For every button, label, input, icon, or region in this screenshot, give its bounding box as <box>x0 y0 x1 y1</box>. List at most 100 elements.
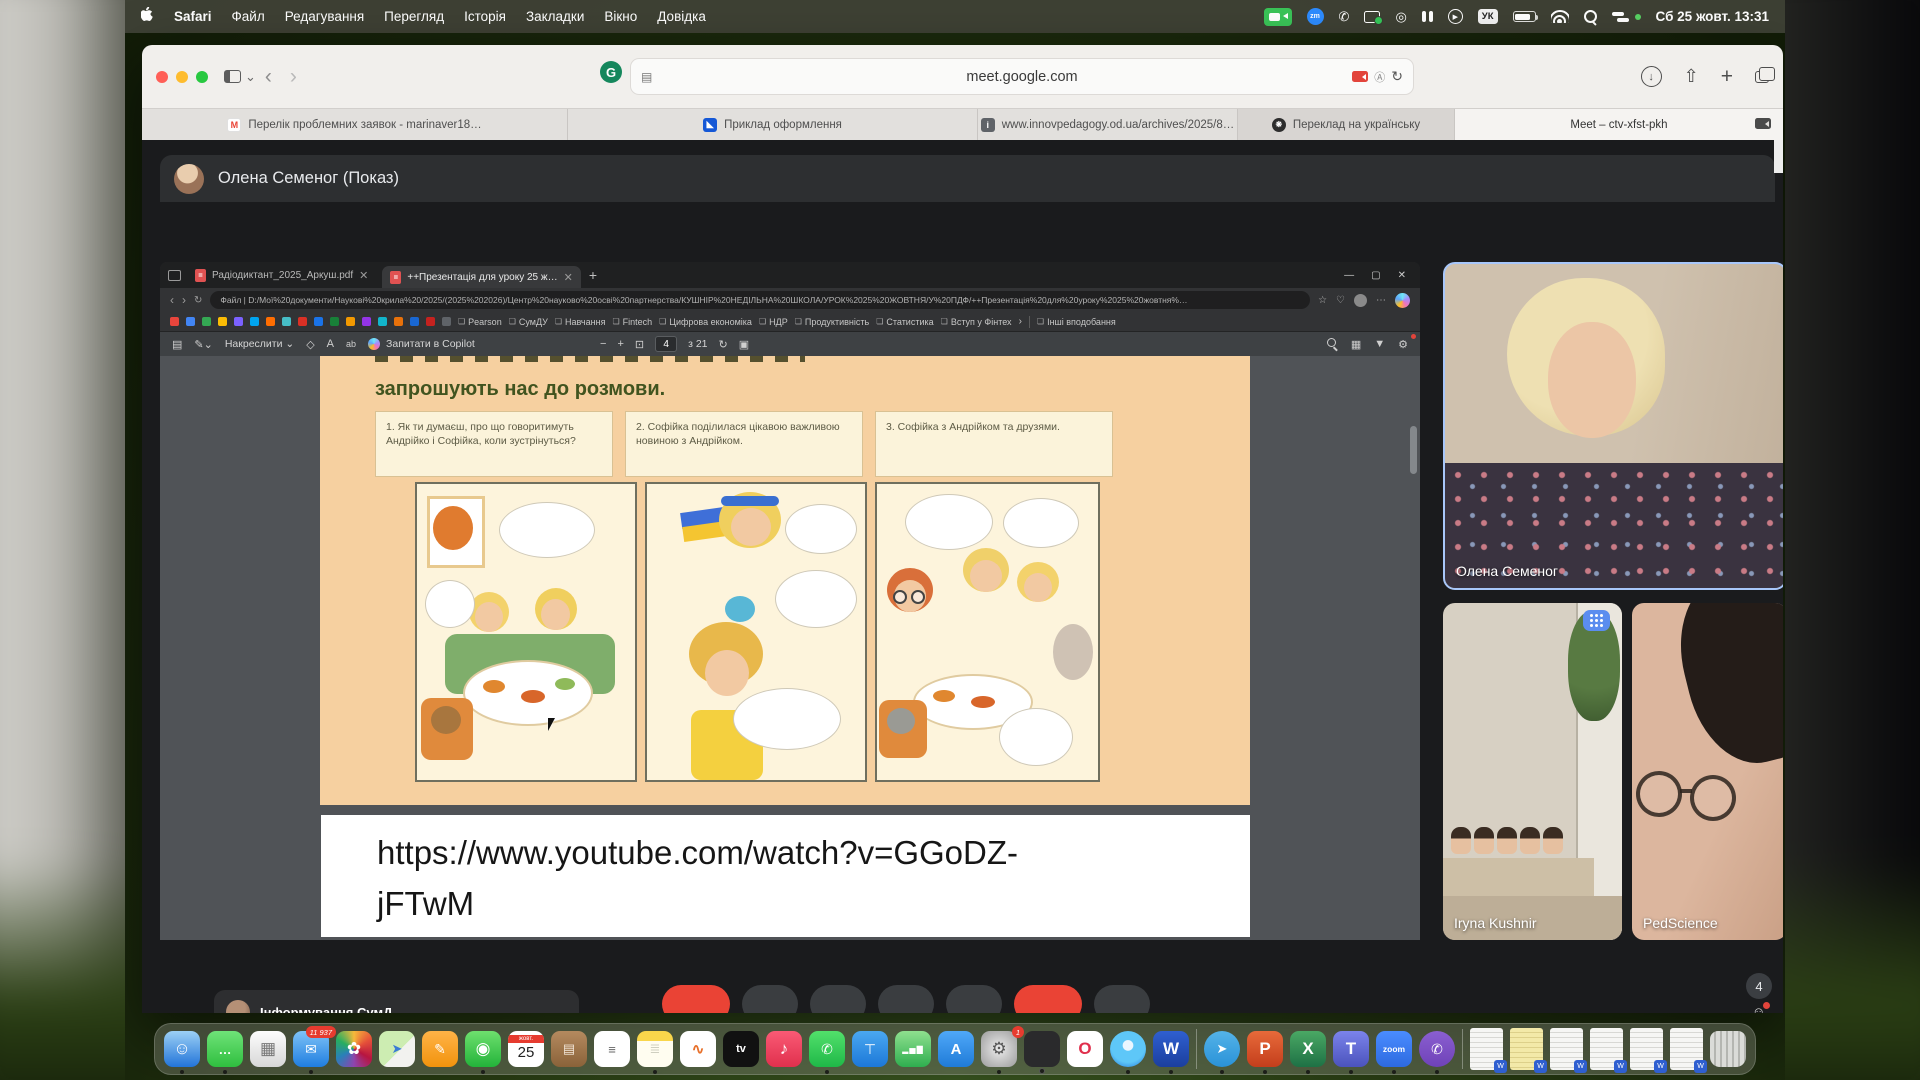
downloads-icon[interactable]: ↓ <box>1641 66 1662 87</box>
dock-music-icon[interactable]: ♪ <box>766 1031 802 1067</box>
dock-viber-icon[interactable]: ✆ <box>1419 1031 1455 1067</box>
spotlight-search-icon[interactable] <box>1584 10 1597 24</box>
reactions-indicator-icon[interactable]: ☺ <box>1752 1004 1765 1013</box>
page-scrollbar-sliver[interactable] <box>1774 140 1783 173</box>
edge-favorite-star-icon[interactable]: ☆ <box>1318 295 1327 306</box>
bookmark-favicon[interactable] <box>170 317 179 326</box>
bookmark-folder-ndr[interactable]: ❏НДР <box>759 317 788 327</box>
tile-audio-indicator-icon[interactable] <box>1583 610 1610 631</box>
circles-status-icon[interactable]: ◎ <box>1395 10 1406 23</box>
raise-hand-button[interactable] <box>946 985 1002 1013</box>
dock-minimized-document[interactable] <box>1470 1028 1503 1070</box>
address-bar[interactable]: ▤ meet.google.com Ⓐ ↻ <box>630 58 1414 95</box>
wifi-icon[interactable] <box>1551 10 1569 23</box>
tab-media-camera-icon[interactable] <box>1755 118 1771 129</box>
bookmark-favicon[interactable] <box>234 317 243 326</box>
present-button[interactable] <box>878 985 934 1013</box>
edge-close-button[interactable]: ✕ <box>1398 270 1406 281</box>
input-source-icon[interactable]: УК <box>1478 9 1498 23</box>
dock-minimized-document[interactable] <box>1670 1028 1703 1070</box>
dock-opera-icon[interactable]: O <box>1067 1031 1103 1067</box>
bookmark-folder-fintech[interactable]: ❏Fintech <box>612 317 652 327</box>
bookmark-favicon[interactable] <box>442 317 451 326</box>
bookmark-favicon[interactable] <box>250 317 259 326</box>
dock-finder-icon[interactable]: ☺ <box>164 1031 200 1067</box>
camera-button[interactable] <box>1014 985 1082 1013</box>
dock-safari-icon[interactable] <box>1110 1031 1146 1067</box>
tab-translate[interactable]: ❋ Переклад на українську <box>1238 109 1455 140</box>
dock-app-store-icon[interactable]: A <box>938 1031 974 1067</box>
bookmark-favicon[interactable] <box>426 317 435 326</box>
reactions-button[interactable] <box>810 985 866 1013</box>
menu-window[interactable]: Вікно <box>604 9 637 24</box>
save-icon[interactable]: ▼ <box>1374 338 1385 350</box>
dock-calendar-icon[interactable]: жовт.25 <box>508 1031 544 1067</box>
dock-apple-tv-icon[interactable]: tv <box>723 1031 759 1067</box>
rotate-icon[interactable]: ↻ <box>719 338 728 351</box>
edge-tab-pdf2-active[interactable]: ≣ ++Презентація для уроку 25 ж… ✕ <box>382 266 580 288</box>
bookmark-folder-productivity[interactable]: ❏Продуктивність <box>795 317 869 327</box>
ask-copilot-button[interactable]: Запитати в Copilot <box>368 338 475 350</box>
bookmarks-overflow-chevron[interactable]: › <box>1019 316 1022 327</box>
edge-browser-essentials-icon[interactable]: ♡ <box>1336 295 1345 306</box>
edge-reload-icon[interactable]: ↻ <box>194 295 202 306</box>
other-favorites-folder[interactable]: ❏Інші вподобання <box>1037 317 1116 327</box>
edge-tab-pdf1[interactable]: ≣ Радіодиктант_2025_Аркуш.pdf ✕ <box>187 264 376 286</box>
tab-innovpedagogy[interactable]: i www.innovpedagogy.od.ua/archives/2025/… <box>978 109 1238 140</box>
participant-count-badge[interactable]: 4 <box>1746 973 1772 999</box>
bookmark-favicon[interactable] <box>218 317 227 326</box>
page-number-input[interactable]: 4 <box>655 336 677 352</box>
bookmark-favicon[interactable] <box>266 317 275 326</box>
video-tile-pedscience[interactable]: PedScience <box>1632 603 1783 940</box>
bookmark-favicon[interactable] <box>298 317 307 326</box>
dock-iphone-mirroring-icon[interactable] <box>1024 1031 1060 1067</box>
dock-settings-icon[interactable]: ⚙1 <box>981 1031 1017 1067</box>
edge-profile-avatar[interactable] <box>1354 294 1367 307</box>
dock-photos-icon[interactable]: ✿ <box>336 1031 372 1067</box>
tab-camera-active-icon[interactable] <box>1352 71 1368 82</box>
dock-excel-icon[interactable]: X <box>1290 1031 1326 1067</box>
bookmark-folder-fintech-intro[interactable]: ❏Вступ у Фінтех <box>941 317 1012 327</box>
menu-app-name[interactable]: Safari <box>174 9 212 24</box>
bookmark-favicon[interactable] <box>410 317 419 326</box>
reader-view-icon[interactable]: ▤ <box>641 70 652 84</box>
control-center-icon[interactable] <box>1612 11 1629 23</box>
viber-status-icon[interactable]: ✆ <box>1339 10 1350 23</box>
dock-powerpoint-icon[interactable]: P <box>1247 1031 1283 1067</box>
menu-bar-clock[interactable]: Сб 25 жовт. 13:31 <box>1656 9 1769 24</box>
battery-icon[interactable] <box>1513 11 1536 22</box>
tab-meet-active[interactable]: Meet – ctv-xfst-pkh <box>1455 109 1783 140</box>
dock-minimized-document[interactable] <box>1510 1028 1543 1070</box>
bookmark-favicon[interactable] <box>186 317 195 326</box>
tab-gmail[interactable]: M Перелік проблемних заявок - marinaver1… <box>142 109 568 140</box>
menu-help[interactable]: Довідка <box>657 9 706 24</box>
edge-maximize-button[interactable]: ▢ <box>1371 270 1380 281</box>
share-icon[interactable]: ⇧ <box>1684 66 1699 87</box>
mic-button[interactable] <box>662 985 730 1013</box>
edge-new-tab-button[interactable]: + <box>589 267 597 283</box>
dock-notes-icon[interactable]: ≣ <box>637 1031 673 1067</box>
dock-maps-icon[interactable]: ➤ <box>379 1031 415 1067</box>
dock-reminders-icon[interactable]: ≡ <box>594 1031 630 1067</box>
eraser-icon[interactable]: ◇ <box>306 338 314 351</box>
fit-to-page-icon[interactable]: ⊡ <box>635 338 644 351</box>
edge-forward-icon[interactable]: › <box>182 293 186 307</box>
apple-menu-icon[interactable] <box>141 7 154 26</box>
dock-minimized-document[interactable] <box>1550 1028 1583 1070</box>
zoom-in-icon[interactable]: + <box>617 338 623 350</box>
edge-back-icon[interactable]: ‹ <box>170 293 174 307</box>
menu-view[interactable]: Перегляд <box>384 9 444 24</box>
notification-banner[interactable]: Інформування СумД… <box>214 990 579 1013</box>
close-tab-icon[interactable]: ✕ <box>564 271 573 284</box>
dock-word-icon[interactable]: W <box>1153 1031 1189 1067</box>
pen-tool-icon[interactable]: ✎⌄ <box>194 338 212 351</box>
dock-pages-icon[interactable]: ✎ <box>422 1031 458 1067</box>
edge-minimize-button[interactable]: — <box>1344 270 1354 281</box>
pdf-scrollbar-thumb[interactable] <box>1410 426 1417 474</box>
captions-button[interactable] <box>742 985 798 1013</box>
pdf-settings-icon[interactable]: ⚙ <box>1398 338 1408 351</box>
bookmark-folder-sumdu[interactable]: ❏СумДУ <box>509 317 548 327</box>
highlight-icon[interactable]: A <box>327 338 334 350</box>
pdf-search-icon[interactable] <box>1327 338 1338 350</box>
bookmark-favicon[interactable] <box>314 317 323 326</box>
